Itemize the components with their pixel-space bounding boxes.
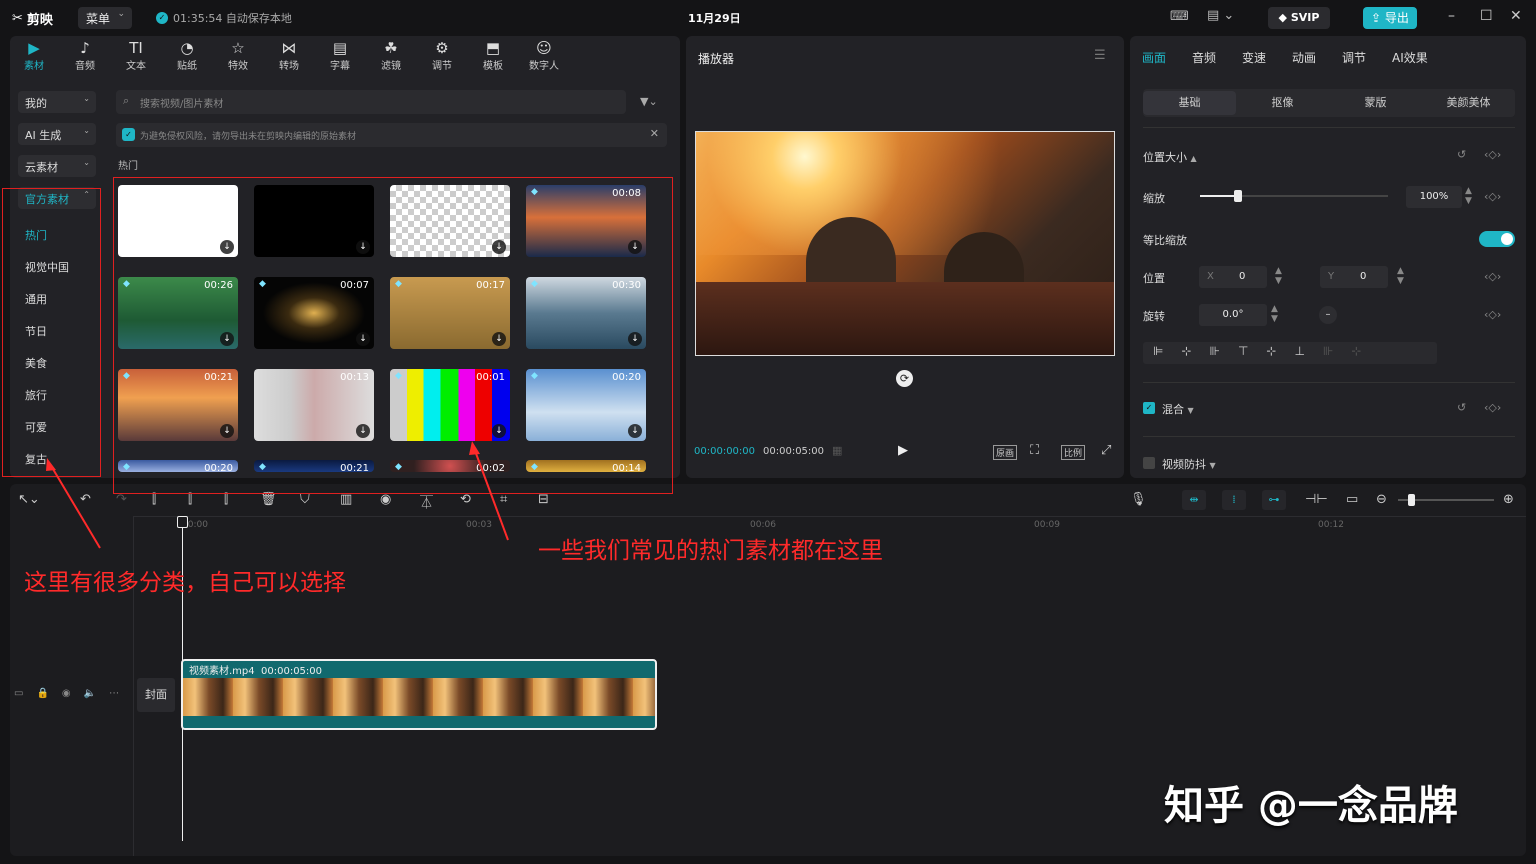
annotation-left: 这里有很多分类，自己可以选择 <box>24 570 346 596</box>
left-arrow <box>49 463 101 549</box>
annotation-middle: 一些我们常见的热门素材都在这里 <box>538 538 883 564</box>
annotation-arrows <box>46 441 509 549</box>
watermark: 知乎 @一念品牌 <box>1164 783 1458 829</box>
middle-arrow <box>473 447 509 541</box>
middle-arrowhead <box>469 441 480 455</box>
left-arrowhead <box>46 458 56 471</box>
